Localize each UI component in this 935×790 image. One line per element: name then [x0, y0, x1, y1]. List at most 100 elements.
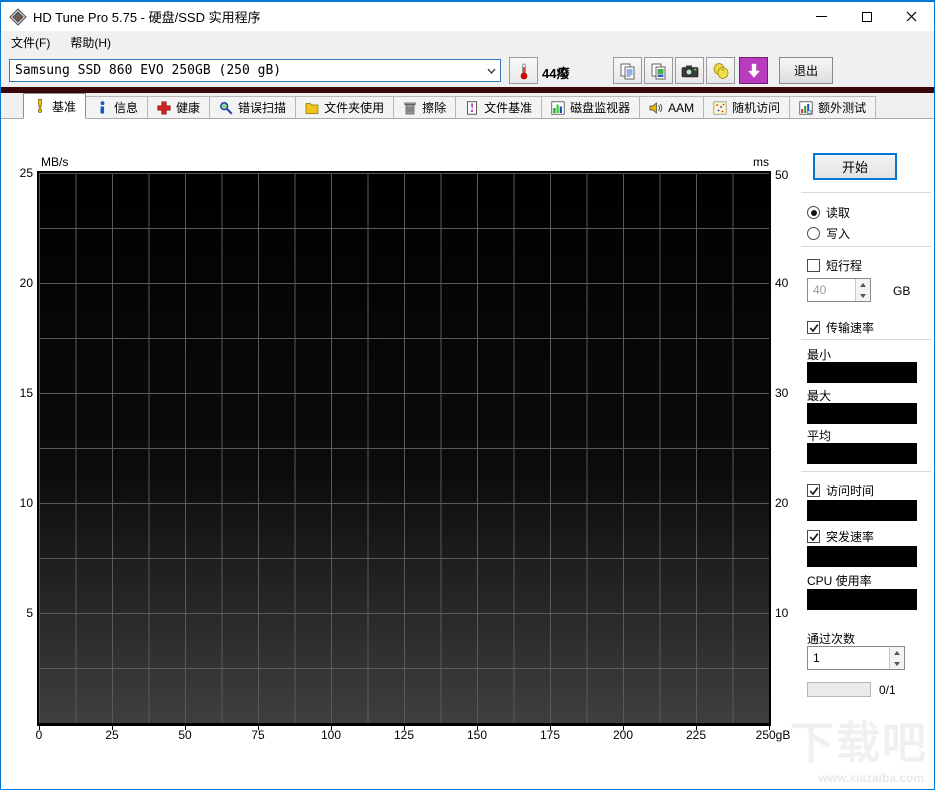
transfer-rate-checkbox[interactable] [807, 321, 820, 334]
x-tick: 50 [178, 728, 192, 742]
min-label: 最小 [807, 348, 832, 362]
exit-button[interactable]: 退出 [779, 57, 833, 84]
tab-label: 健康 [176, 101, 201, 115]
short-stroke-row[interactable]: 短行程 [807, 257, 862, 274]
app-window: HD Tune Pro 5.75 - 硬盘/SSD 实用程序 文件(F) 帮助(… [0, 0, 935, 790]
extra-tests-icon [799, 100, 813, 115]
y-tick-left: 25 [19, 166, 33, 180]
gb-unit-label: GB [893, 284, 911, 298]
benchmark-plot-area [37, 171, 771, 726]
right-axis-unit: ms [753, 155, 769, 169]
y-tick-right: 10 [775, 606, 789, 620]
close-icon [906, 11, 917, 22]
pass-count-spinner[interactable]: 1 [807, 646, 905, 670]
y-tick-left: 10 [19, 496, 33, 510]
y-tick-right: 20 [775, 496, 789, 510]
start-button[interactable]: 开始 [813, 153, 897, 180]
donate-button[interactable] [706, 57, 735, 84]
spin-up-button[interactable] [890, 647, 904, 658]
tab-info[interactable]: 信息 [85, 96, 149, 118]
copy-image-button[interactable] [644, 57, 673, 84]
x-tick: 25 [105, 728, 119, 742]
left-axis-unit: MB/s [41, 155, 69, 169]
access-time-checkbox[interactable] [807, 484, 820, 497]
drive-selector-value: Samsung SSD 860 EVO 250GB (250 gB) [15, 63, 282, 78]
copy-text-button[interactable] [613, 57, 642, 84]
tab-aam[interactable]: AAM [639, 96, 705, 118]
write-label: 写入 [826, 227, 851, 241]
tab-erase[interactable]: 擦除 [393, 96, 457, 118]
read-radio[interactable] [807, 206, 820, 219]
spin-down-button[interactable] [856, 290, 870, 301]
spin-down-button[interactable] [890, 658, 904, 669]
maximize-icon [861, 11, 872, 22]
menu-file[interactable]: 文件(F) [1, 31, 60, 54]
camera-icon [681, 65, 698, 77]
tab-label: 文件夹使用 [324, 101, 385, 115]
watermark-brand: 下载吧 [790, 719, 928, 768]
access-time-value-display [807, 500, 917, 521]
cpu-usage-value-display [807, 589, 917, 610]
min-value-display [807, 362, 917, 383]
x-tick: 100 [320, 728, 342, 742]
x-tick: 150 [466, 728, 488, 742]
short-stroke-value: 40 [813, 283, 827, 297]
burst-rate-checkbox[interactable] [807, 530, 820, 543]
progress-label: 0/1 [879, 683, 896, 697]
tab-folder-usage[interactable]: 文件夹使用 [295, 96, 395, 118]
x-tick: 125 [393, 728, 415, 742]
short-stroke-checkbox[interactable] [807, 259, 820, 272]
window-title: HD Tune Pro 5.75 - 硬盘/SSD 实用程序 [33, 10, 261, 25]
panel-separator [801, 192, 931, 193]
burst-rate-value-display [807, 546, 917, 567]
tab-label: 擦除 [422, 101, 447, 115]
tab-strip: 基准 信息 健康 错误扫描 文件夹使用 擦除 文件基准 磁盘监视器 AAM 随机… [1, 93, 934, 119]
thermometer-icon [520, 63, 527, 79]
tab-extra-tests[interactable]: 额外测试 [789, 96, 877, 118]
tab-label: 错误扫描 [238, 101, 287, 115]
trash-icon [404, 102, 416, 114]
check-icon [809, 486, 818, 495]
tab-label: 随机访问 [732, 101, 781, 115]
x-tick: 0 [35, 728, 43, 742]
title-bar: HD Tune Pro 5.75 - 硬盘/SSD 实用程序 [1, 1, 934, 31]
tab-benchmark[interactable]: 基准 [23, 93, 87, 119]
scatter-icon [713, 100, 727, 115]
start-label: 开始 [841, 160, 868, 175]
tab-disk-monitor[interactable]: 磁盘监视器 [541, 96, 641, 118]
avg-value-display [807, 443, 917, 464]
read-radio-row[interactable]: 读取 [807, 204, 850, 221]
write-radio-row[interactable]: 写入 [807, 225, 850, 242]
download-button[interactable] [739, 57, 768, 84]
info-icon [100, 100, 105, 113]
write-radio[interactable] [807, 227, 820, 240]
tab-label: 信息 [114, 101, 139, 115]
maximize-button[interactable] [844, 2, 889, 31]
temperature-button[interactable] [509, 57, 538, 84]
x-tick: 225 [685, 728, 707, 742]
y-tick-left: 15 [19, 386, 33, 400]
tab-random-access[interactable]: 随机访问 [703, 96, 791, 118]
check-icon [809, 532, 818, 541]
spin-up-button[interactable] [856, 279, 870, 290]
transfer-rate-row[interactable]: 传输速率 [807, 319, 874, 336]
tab-file-benchmark[interactable]: 文件基准 [455, 96, 543, 118]
drive-selector[interactable]: Samsung SSD 860 EVO 250GB (250 gB) [9, 59, 501, 82]
burst-rate-row[interactable]: 突发速率 [807, 528, 874, 545]
tab-label: 额外测试 [818, 101, 867, 115]
exit-label: 退出 [793, 64, 818, 78]
short-stroke-spinner[interactable]: 40 [807, 278, 871, 302]
minimize-button[interactable] [799, 2, 844, 31]
menu-help[interactable]: 帮助(H) [60, 31, 121, 54]
tab-error-scan[interactable]: 错误扫描 [209, 96, 297, 118]
tab-health[interactable]: 健康 [147, 96, 211, 118]
chevron-down-icon [482, 68, 500, 74]
read-label: 读取 [826, 206, 851, 220]
access-time-row[interactable]: 访问时间 [807, 482, 874, 499]
minimize-icon [816, 16, 827, 17]
y-tick-right: 50 [775, 168, 789, 182]
panel-separator [801, 246, 931, 247]
screenshot-button[interactable] [675, 57, 704, 84]
close-button[interactable] [889, 2, 934, 31]
download-arrow-icon [747, 63, 760, 78]
